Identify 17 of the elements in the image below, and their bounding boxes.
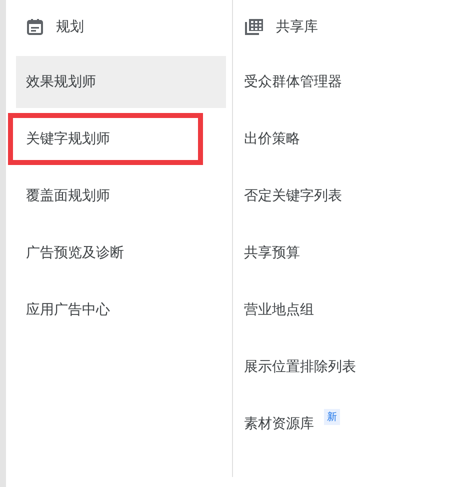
menu-item[interactable]: 营业地点组 bbox=[233, 284, 446, 336]
menu-item[interactable]: 素材资源库 新 bbox=[233, 398, 446, 450]
grid-stack-icon bbox=[244, 18, 264, 36]
section-title: 规划 bbox=[56, 18, 84, 36]
menu-item[interactable]: 否定关键字列表 bbox=[233, 170, 446, 222]
menu-item[interactable]: 受众群体管理器 bbox=[233, 56, 446, 108]
menu-item[interactable]: 共享预算 bbox=[233, 227, 446, 279]
menu-item[interactable]: 应用广告中心 bbox=[16, 284, 226, 336]
new-badge: 新 bbox=[324, 409, 340, 425]
calendar-icon bbox=[26, 18, 44, 36]
menu-item[interactable]: 展示位置排除列表 bbox=[233, 341, 446, 393]
menu-item[interactable]: 效果规划师 bbox=[16, 56, 226, 108]
menu-item[interactable]: 覆盖面规划师 bbox=[16, 170, 226, 222]
menu-item[interactable]: 关键字规划师 bbox=[8, 113, 203, 165]
menu-item[interactable]: 广告预览及诊断 bbox=[16, 227, 226, 279]
section-title: 共享库 bbox=[276, 18, 318, 36]
menu-item[interactable]: 出价策略 bbox=[233, 113, 446, 165]
